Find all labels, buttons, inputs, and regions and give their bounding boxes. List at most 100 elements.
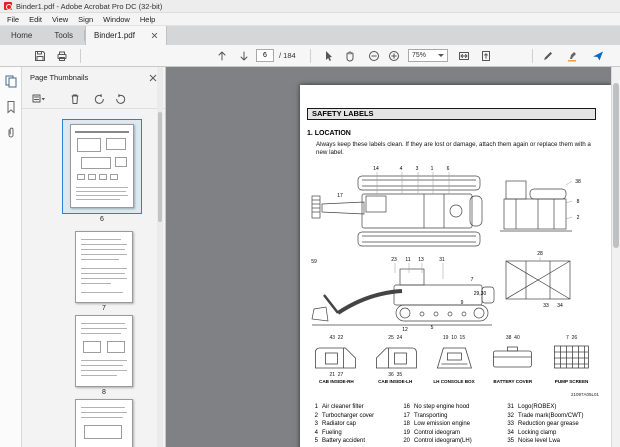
menu-help[interactable]: Help: [135, 13, 160, 26]
parts-row: 35Noise level Lwa: [504, 437, 608, 446]
parts-row: 18Low emission engine: [400, 420, 503, 429]
zoom-out-icon[interactable]: [368, 50, 380, 62]
line-art: [312, 176, 572, 325]
thumbnail-label-7[interactable]: 7: [64, 305, 144, 312]
select-tool-icon[interactable]: [322, 50, 334, 62]
cab-inside-lh-diagram: [368, 342, 423, 372]
body-paragraph: Always keep these labels clean. If they …: [316, 141, 598, 157]
zoom-in-icon[interactable]: [388, 50, 400, 62]
toolbar-separator: [310, 49, 311, 63]
tab-home[interactable]: Home: [0, 26, 43, 45]
detail-lh-console-box: 19 10 15 LH CONSOLE BOX: [427, 335, 482, 384]
parts-row: 1Air cleaner filter: [308, 403, 398, 412]
menu-file[interactable]: File: [2, 13, 24, 26]
pencil-tool-icon[interactable]: [542, 50, 554, 62]
parts-row: 31Logo(ROBEX): [504, 403, 608, 412]
page-thumbnails-panel: Page Thumbnails: [22, 67, 166, 447]
parts-list-column-3: 31Logo(ROBEX) 32Trade mark(Boom/CWT) 33R…: [504, 403, 608, 446]
svg-text:13: 13: [418, 257, 424, 263]
diagram-label: BATTERY COVER: [493, 379, 532, 384]
print-icon[interactable]: [56, 50, 68, 62]
panel-toolbar: [22, 89, 165, 109]
delete-pages-icon[interactable]: [68, 93, 82, 105]
svg-text:12: 12: [402, 327, 408, 333]
close-icon[interactable]: [151, 32, 158, 39]
detail-pump-screen: 7 26 PUMP SCREEN: [544, 335, 599, 384]
panel-scrollbar-thumb[interactable]: [158, 112, 162, 222]
detail-battery-cover: 38 40 BATTERY COVER: [485, 335, 540, 384]
next-page-icon[interactable]: [238, 50, 250, 62]
panel-title: Page Thumbnails: [30, 67, 88, 89]
diagram-label: CAB INSIDE-LH: [378, 379, 412, 384]
page-thumbnails-panel-icon[interactable]: [4, 74, 18, 88]
svg-text:7: 7: [471, 277, 474, 283]
callout-numbers: 25 24: [388, 335, 402, 342]
parts-list-column-2: 16No step engine hood 17Transporting 18L…: [400, 403, 503, 446]
document-scrollbar-thumb[interactable]: [613, 83, 619, 248]
bookmarks-panel-icon[interactable]: [4, 100, 18, 114]
svg-text:5: 5: [431, 325, 434, 331]
svg-text:11: 11: [405, 257, 410, 263]
previous-page-icon[interactable]: [216, 50, 228, 62]
lh-console-box-diagram: [427, 342, 482, 372]
thumbnail-label-8[interactable]: 8: [64, 389, 144, 396]
svg-text:6: 6: [447, 166, 450, 172]
parts-list-column-1: 1Air cleaner filter 2Turbocharger cover …: [308, 403, 398, 446]
thumbnail-page-9[interactable]: [75, 399, 133, 447]
chevron-down-icon: [438, 54, 444, 57]
panel-scrollbar[interactable]: [157, 67, 163, 447]
parts-row: 2Turbocharger cover: [308, 412, 398, 421]
window-title: Binder1.pdf - Adobe Acrobat Pro DC (32-b…: [16, 2, 162, 11]
figure-code: 21097A05L01: [571, 392, 599, 397]
zoom-level-dropdown[interactable]: 75%: [408, 49, 448, 62]
save-icon[interactable]: [34, 50, 46, 62]
rotate-ccw-icon[interactable]: [92, 93, 106, 105]
callout-numbers: 43 22: [329, 335, 343, 342]
tab-document[interactable]: Binder1.pdf: [85, 26, 167, 45]
svg-text:2: 2: [577, 215, 580, 221]
attachments-panel-icon[interactable]: [4, 126, 18, 140]
parts-row: 5Battery accident: [308, 437, 398, 446]
document-area: SAFETY LABELS 1. LOCATION Always keep th…: [166, 67, 620, 447]
svg-text:31: 31: [439, 257, 445, 263]
callout-numbers: 38 40: [506, 335, 520, 342]
rotate-cw-icon[interactable]: [114, 93, 128, 105]
svg-text:3: 3: [416, 166, 419, 172]
share-icon[interactable]: [592, 50, 604, 62]
menu-edit[interactable]: Edit: [24, 13, 47, 26]
detail-cab-inside-lh: 25 24 36 35 CAB INSIDE-LH: [368, 335, 423, 384]
highlighter-tool-icon[interactable]: [566, 50, 578, 62]
toolbar-separator: [532, 49, 533, 63]
svg-text:17: 17: [337, 193, 343, 199]
menu-view[interactable]: View: [47, 13, 73, 26]
svg-text:14: 14: [373, 166, 379, 172]
thumbnail-page-8[interactable]: [75, 315, 133, 387]
acrobat-logo-icon: [4, 2, 12, 10]
hand-tool-icon[interactable]: [344, 50, 356, 62]
zoom-level-value: 75%: [412, 52, 426, 59]
parts-row: 17Transporting: [400, 412, 503, 421]
menu-sign[interactable]: Sign: [73, 13, 98, 26]
panel-close-icon[interactable]: [149, 74, 157, 82]
callout-numbers: 21 27: [329, 372, 343, 378]
page-total-label: / 184: [279, 45, 296, 67]
navigation-rail: [0, 67, 22, 447]
fit-width-icon[interactable]: [458, 50, 470, 62]
title-bar: Binder1.pdf - Adobe Acrobat Pro DC (32-b…: [0, 0, 620, 13]
thumbnail-page-7[interactable]: [75, 231, 133, 303]
excavator-safety-labels-diagram: 14 4 3 1 6 17 38 8 2 59 23 11 13 31 29,3…: [304, 161, 604, 333]
thumbnail-options-icon[interactable]: [32, 93, 46, 105]
svg-text:29,30: 29,30: [474, 291, 487, 297]
callout-numbers: 19 10 15: [443, 335, 465, 342]
thumbnail-page-6[interactable]: [70, 124, 134, 208]
menu-window[interactable]: Window: [98, 13, 135, 26]
svg-text:23: 23: [391, 257, 397, 263]
callout-numbers: 36 35: [388, 372, 402, 378]
fit-page-icon[interactable]: [480, 50, 492, 62]
thumbnail-label-6[interactable]: 6: [62, 216, 142, 223]
svg-text:34: 34: [557, 303, 563, 309]
tab-tools[interactable]: Tools: [43, 26, 84, 45]
svg-text:1: 1: [431, 166, 434, 172]
document-scrollbar[interactable]: [611, 67, 620, 447]
page-number-input[interactable]: [256, 49, 274, 62]
